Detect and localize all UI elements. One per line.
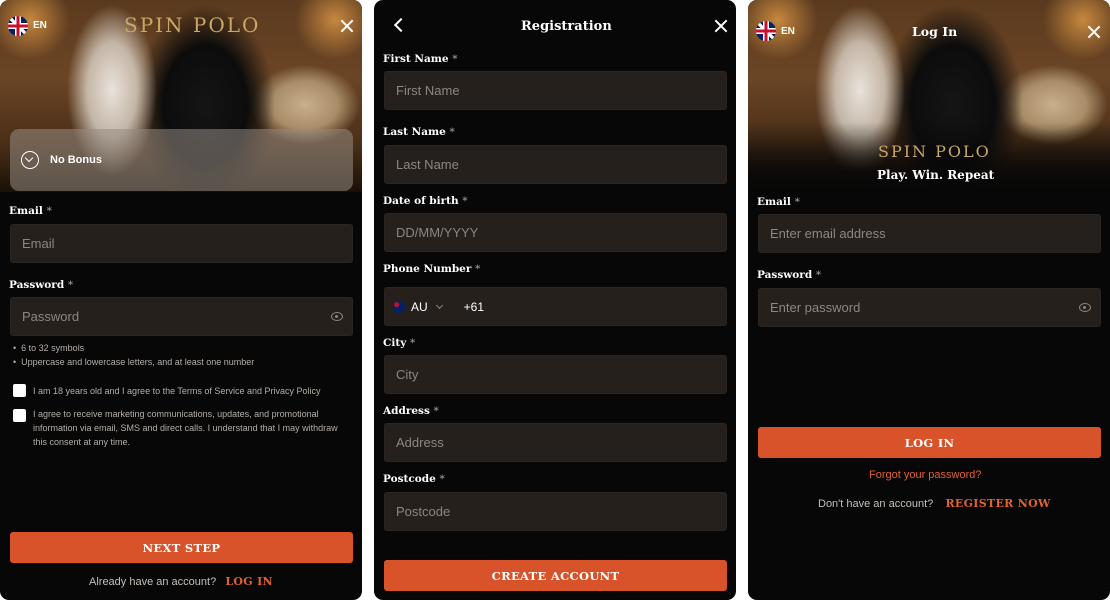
email-label: Email *	[757, 196, 800, 208]
password-field[interactable]: Password	[10, 297, 353, 336]
brand-logo: SPIN POLO	[878, 142, 991, 161]
signup-panel: EN SPIN POLO No Bonus Email * Email Pass…	[0, 0, 362, 600]
first-name-label: First Name *	[383, 53, 458, 65]
tagline: Play. Win. Repeat	[877, 168, 995, 182]
first-name-field[interactable]: First Name	[384, 71, 727, 110]
phone-field[interactable]: AU +61	[384, 287, 727, 326]
marketing-checkbox[interactable]	[13, 409, 26, 422]
country-code[interactable]: AU	[411, 300, 428, 314]
password-field[interactable]: Enter password	[758, 288, 1101, 327]
postcode-label: Postcode *	[383, 473, 445, 485]
page-title: Log In	[912, 24, 958, 39]
forgot-password-link[interactable]: Forgot your password?	[869, 469, 982, 481]
email-field[interactable]: Enter email address	[758, 214, 1101, 253]
language-label[interactable]: EN	[33, 20, 47, 31]
email-field[interactable]: Email	[10, 224, 353, 263]
city-label: City *	[383, 337, 416, 349]
chevron-down-icon	[21, 151, 39, 169]
uk-flag-icon[interactable]	[756, 21, 776, 41]
password-placeholder: Password	[22, 309, 80, 324]
password-hint: 6 to 32 symbols	[13, 343, 84, 353]
register-prompt: Don't have an account? REGISTER NOW	[818, 497, 1051, 510]
bonus-selector[interactable]: No Bonus	[10, 129, 353, 191]
phone-label: Phone Number *	[383, 263, 481, 275]
next-step-button[interactable]: NEXT STEP	[10, 532, 353, 563]
password-placeholder: Enter password	[770, 300, 861, 315]
dob-field[interactable]: DD/MM/YYYY	[384, 213, 727, 252]
age-checkbox[interactable]	[13, 384, 26, 397]
login-prompt: Already have an account? LOG IN	[89, 575, 273, 588]
eye-icon[interactable]	[1079, 303, 1091, 312]
last-name-label: Last Name *	[383, 126, 455, 138]
registration-panel: Registration First Name * First Name Las…	[374, 0, 736, 600]
close-icon[interactable]	[340, 19, 354, 33]
login-prompt-text: Already have an account?	[89, 576, 217, 588]
city-field[interactable]: City	[384, 355, 727, 394]
bonus-label: No Bonus	[50, 154, 102, 166]
chevron-down-icon	[435, 301, 443, 309]
postcode-field[interactable]: Postcode	[384, 492, 727, 531]
age-consent-text: I am 18 years old and I agree to the Ter…	[33, 386, 321, 396]
marketing-consent-text: I agree to receive marketing communicati…	[33, 409, 338, 447]
australia-flag-icon	[393, 300, 405, 313]
password-hint: Uppercase and lowercase letters, and at …	[13, 357, 254, 367]
last-name-field[interactable]: Last Name	[384, 145, 727, 184]
brand-logo: SPIN POLO	[124, 13, 261, 37]
eye-icon[interactable]	[331, 312, 343, 321]
language-label[interactable]: EN	[781, 26, 795, 37]
password-label: Password *	[757, 269, 822, 281]
dob-label: Date of birth *	[383, 195, 468, 207]
close-icon[interactable]	[714, 19, 728, 33]
create-account-button[interactable]: CREATE ACCOUNT	[384, 560, 727, 591]
close-icon[interactable]	[1087, 25, 1101, 39]
login-button[interactable]: LOG IN	[758, 427, 1101, 458]
login-link[interactable]: LOG IN	[225, 575, 273, 588]
page-title: Registration	[521, 19, 612, 34]
register-prompt-text: Don't have an account?	[818, 498, 934, 510]
back-arrow-icon[interactable]	[393, 17, 409, 33]
address-field[interactable]: Address	[384, 423, 727, 462]
email-label: Email *	[9, 205, 52, 217]
login-panel: EN Log In SPIN POLO Play. Win. Repeat Em…	[748, 0, 1110, 600]
dial-code: +61	[463, 299, 485, 314]
register-link[interactable]: REGISTER NOW	[945, 497, 1050, 510]
address-label: Address *	[383, 405, 439, 417]
password-label: Password *	[9, 279, 74, 291]
uk-flag-icon[interactable]	[8, 16, 28, 36]
